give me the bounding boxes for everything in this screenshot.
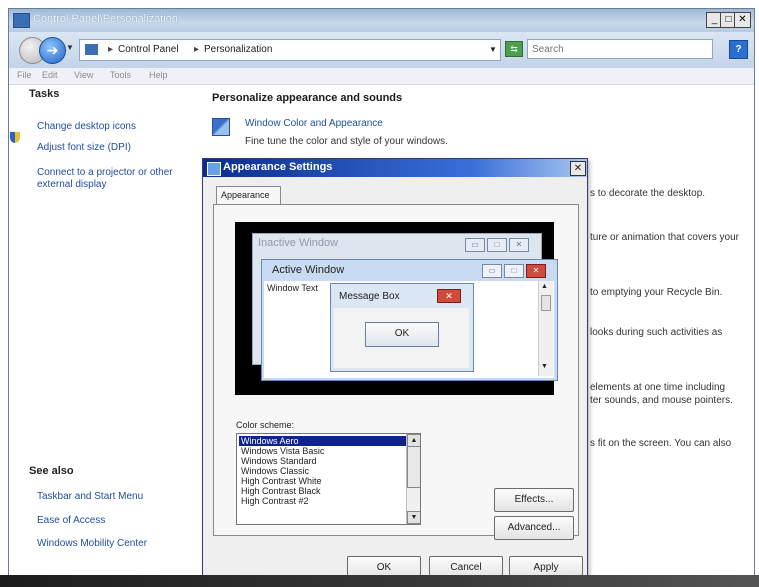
forward-arrow-icon: ➔	[46, 42, 59, 58]
scheme-high-contrast-white[interactable]: High Contrast White	[239, 476, 407, 486]
connect-projector-link[interactable]: Connect to a projector or other	[37, 167, 173, 178]
window-titlebar[interactable]: Control Panel\Personalization _ □ ✕	[9, 9, 754, 32]
breadcrumb-personalization[interactable]: Personalization	[204, 44, 272, 55]
color-scheme-label: Color scheme:	[236, 420, 295, 430]
theme-description-line2: ter sounds, and mouse pointers.	[590, 395, 733, 406]
tab-appearance[interactable]: Appearance	[216, 186, 281, 204]
screen-saver-description: ture or animation that covers your	[590, 232, 739, 243]
desktop-background-description: s to decorate the desktop.	[590, 188, 706, 199]
scroll-up-icon: ▲	[541, 283, 548, 290]
appearance-settings-dialog: Appearance Settings ✕ Appearance Inactiv…	[202, 158, 588, 582]
menu-file[interactable]: File	[17, 70, 32, 80]
preview-ok-button: OK	[365, 322, 439, 347]
recent-pages-dropdown-icon[interactable]: ▼	[66, 43, 74, 52]
breadcrumb-control-panel[interactable]: Control Panel	[118, 44, 179, 55]
appearance-tab-panel: Inactive Window ▭ □ ✕ Active Window ▭ □ …	[213, 204, 579, 540]
windows-mobility-center-link[interactable]: Windows Mobility Center	[37, 538, 147, 549]
menu-help[interactable]: Help	[149, 70, 168, 80]
taskbar	[0, 575, 759, 587]
refresh-button[interactable]: ⇆	[505, 41, 523, 57]
scroll-thumb[interactable]	[407, 446, 420, 488]
address-toolbar: ➔ ▼ ▸ Control Panel ▸ Personalization ▼ …	[9, 32, 754, 68]
maximize-icon: □	[487, 238, 507, 252]
appearance-preview: Inactive Window ▭ □ ✕ Active Window ▭ □ …	[235, 222, 558, 395]
effects-button[interactable]: Effects...	[494, 488, 574, 512]
display-settings-description: s fit on the screen. You can also	[590, 438, 732, 449]
color-scheme-scrollbar[interactable]: ▲ ▼	[406, 434, 420, 524]
breadcrumb-separator[interactable]: ▸	[194, 44, 199, 55]
message-box-preview: Message Box ✕ OK	[330, 283, 474, 372]
scroll-thumb	[541, 295, 551, 311]
menu-bar: File Edit View Tools Help	[9, 68, 754, 85]
taskbar-start-menu-link[interactable]: Taskbar and Start Menu	[37, 491, 143, 502]
mouse-pointers-description: looks during such activities as	[590, 327, 723, 338]
forward-button[interactable]: ➔	[39, 37, 66, 64]
adjust-font-size-link[interactable]: Adjust font size (DPI)	[37, 142, 131, 153]
shield-icon	[10, 132, 20, 143]
scheme-high-contrast-black[interactable]: High Contrast Black	[239, 486, 407, 496]
breadcrumb-separator[interactable]: ▸	[108, 44, 113, 55]
refresh-icon: ⇆	[510, 44, 518, 54]
message-box-title: Message Box	[339, 291, 400, 302]
change-desktop-icons-link[interactable]: Change desktop icons	[37, 121, 136, 132]
preview-scrollbar: ▲ ▼	[538, 281, 553, 376]
window-color-description: Fine tune the color and style of your wi…	[245, 136, 448, 147]
window-title: Control Panel\Personalization	[33, 13, 178, 25]
dialog-close-button[interactable]: ✕	[570, 161, 586, 176]
color-scheme-list[interactable]: Windows Aero Windows Vista Basic Windows…	[236, 433, 421, 525]
window-color-icon[interactable]	[212, 118, 230, 136]
theme-description: elements at one time including	[590, 382, 726, 393]
message-box-client: OK	[334, 308, 469, 368]
dialog-title: Appearance Settings	[223, 161, 333, 173]
connect-projector-link-line2[interactable]: external display	[37, 179, 106, 190]
window-color-appearance-link[interactable]: Window Color and Appearance	[245, 118, 383, 129]
page-title: Personalize appearance and sounds	[212, 92, 403, 104]
advanced-button[interactable]: Advanced...	[494, 516, 574, 540]
scheme-high-contrast-2[interactable]: High Contrast #2	[239, 496, 407, 506]
scheme-windows-classic[interactable]: Windows Classic	[239, 466, 407, 476]
menu-view[interactable]: View	[74, 70, 93, 80]
active-window-title: Active Window	[272, 264, 345, 276]
search-input[interactable]	[527, 39, 713, 59]
sounds-description: to emptying your Recycle Bin.	[590, 287, 723, 298]
appearance-icon	[207, 162, 221, 176]
scheme-windows-vista-basic[interactable]: Windows Vista Basic	[239, 446, 407, 456]
scheme-windows-aero[interactable]: Windows Aero	[239, 436, 407, 446]
menu-edit[interactable]: Edit	[42, 70, 58, 80]
window-text-sample: Window Text	[267, 283, 318, 293]
scheme-windows-standard[interactable]: Windows Standard	[239, 456, 407, 466]
close-icon: ✕	[509, 238, 529, 252]
maximize-icon: □	[504, 264, 524, 278]
scroll-down-icon: ▼	[541, 363, 548, 370]
address-dropdown-icon[interactable]: ▼	[489, 45, 497, 54]
scroll-down-icon[interactable]: ▼	[407, 511, 420, 524]
minimize-icon: ▭	[482, 264, 502, 278]
address-field[interactable]: ▸ Control Panel ▸ Personalization	[79, 39, 501, 61]
inactive-window-title: Inactive Window	[258, 237, 339, 249]
dialog-titlebar[interactable]: Appearance Settings ✕	[203, 159, 587, 177]
close-icon: ✕	[526, 264, 546, 278]
help-button[interactable]: ?	[729, 40, 748, 59]
see-also-heading: See also	[29, 465, 74, 477]
close-button[interactable]: ✕	[734, 12, 751, 28]
ease-of-access-link[interactable]: Ease of Access	[37, 515, 105, 526]
minimize-icon: ▭	[465, 238, 485, 252]
close-icon: ✕	[437, 289, 461, 303]
menu-tools[interactable]: Tools	[110, 70, 131, 80]
tasks-heading: Tasks	[29, 88, 60, 100]
control-panel-icon	[85, 44, 98, 55]
control-panel-icon	[13, 13, 30, 28]
